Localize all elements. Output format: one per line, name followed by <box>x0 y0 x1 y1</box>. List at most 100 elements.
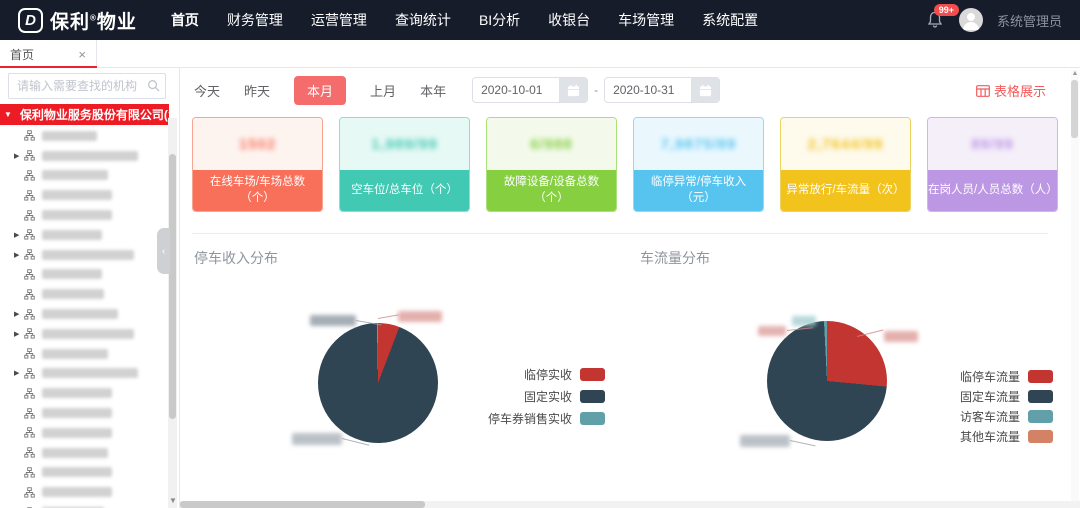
org-tree-item[interactable]: ▶ <box>0 304 168 324</box>
org-tree-item[interactable] <box>0 502 168 508</box>
caret-down-icon[interactable]: ▼ <box>4 111 12 119</box>
nav-item-3[interactable]: 查询统计 <box>395 10 451 30</box>
user-name[interactable]: 系统管理员 <box>997 11 1062 30</box>
org-tree-item[interactable] <box>0 383 168 403</box>
nav-item-4[interactable]: BI分析 <box>479 10 520 30</box>
org-tree-item[interactable] <box>0 265 168 285</box>
tab-home[interactable]: 首页 × <box>0 40 97 68</box>
org-tree-item[interactable] <box>0 185 168 205</box>
org-tree-item[interactable]: ▶ <box>0 364 168 384</box>
stat-card-4[interactable]: 2,7644/99异常放行/车流量（次） <box>780 117 911 212</box>
org-name-redacted <box>42 448 108 458</box>
org-tree-item[interactable] <box>0 403 168 423</box>
org-root-selected[interactable]: ▼ 保利物业服务股份有限公司(15/3 <box>0 104 169 125</box>
org-tree-item[interactable] <box>0 463 168 483</box>
registered-mark: ® <box>90 13 97 22</box>
logo-icon: D <box>18 8 43 33</box>
date-from-input[interactable] <box>473 78 559 102</box>
quick-filter-4[interactable]: 本年 <box>420 81 446 100</box>
avatar[interactable] <box>959 8 983 32</box>
section-divider <box>192 233 1048 234</box>
nav-item-5[interactable]: 收银台 <box>548 10 590 30</box>
nav-item-6[interactable]: 车场管理 <box>618 10 674 30</box>
org-tree-item[interactable] <box>0 284 168 304</box>
legend-swatch <box>1028 430 1053 443</box>
legend-item-1-0[interactable]: 临停车流量 <box>960 368 1053 385</box>
brand-logo[interactable]: D 保利®物业 <box>18 7 137 34</box>
pie-traffic-flow[interactable] <box>767 321 887 441</box>
expand-arrow-icon[interactable]: ▶ <box>14 310 24 318</box>
quick-filter-1[interactable]: 昨天 <box>244 81 270 100</box>
chart-title-traffic-flow: 车流量分布 <box>640 248 710 268</box>
stat-card-label: 在线车场/车场总数（个） <box>193 170 322 211</box>
legend-item-1-3[interactable]: 其他车流量 <box>960 428 1053 445</box>
expand-arrow-icon[interactable]: ▶ <box>14 369 24 377</box>
org-node-icon <box>24 309 35 320</box>
legend-item-0-1[interactable]: 固定实收 <box>488 388 605 405</box>
sidebar-scrollbar-thumb[interactable] <box>169 154 176 419</box>
legend-item-1-2[interactable]: 访客车流量 <box>960 408 1053 425</box>
legend-item-0-2[interactable]: 停车券销售实收 <box>488 410 605 427</box>
date-to-input[interactable] <box>605 78 691 102</box>
calendar-icon[interactable] <box>691 78 719 102</box>
table-view-link[interactable]: 表格展示 <box>976 81 1046 100</box>
notification-bell[interactable]: 99+ <box>927 10 945 30</box>
expand-arrow-icon[interactable]: ▶ <box>14 251 24 259</box>
org-name-redacted <box>42 368 138 378</box>
org-node-icon <box>24 328 35 339</box>
org-tree-item[interactable] <box>0 482 168 502</box>
org-tree-item[interactable]: ▶ <box>0 146 168 166</box>
stat-card-value-area: 1502 <box>193 118 322 170</box>
stat-card-0[interactable]: 1502在线车场/车场总数（个） <box>192 117 323 212</box>
search-icon[interactable] <box>147 79 160 97</box>
org-name-redacted <box>42 230 102 240</box>
quick-filter-3[interactable]: 上月 <box>370 81 396 100</box>
org-tree-item[interactable] <box>0 344 168 364</box>
quick-filter-2[interactable]: 本月 <box>294 76 346 105</box>
org-tree-item[interactable] <box>0 166 168 186</box>
pie1-callout-redacted <box>758 326 786 336</box>
org-tree-item[interactable]: ▶ <box>0 225 168 245</box>
stat-card-3[interactable]: 7,9875/89临停异常/停车收入（元） <box>633 117 764 212</box>
main-scroll-up-icon[interactable]: ▲ <box>1071 70 1079 77</box>
nav-item-0[interactable]: 首页 <box>171 10 199 30</box>
stat-card-5[interactable]: 89/99在岗人员/人员总数（人） <box>927 117 1058 212</box>
org-tree-item[interactable] <box>0 443 168 463</box>
org-tree-item[interactable] <box>0 205 168 225</box>
org-tree-item[interactable]: ▶ <box>0 245 168 265</box>
legend-item-1-1[interactable]: 固定车流量 <box>960 388 1053 405</box>
calendar-icon[interactable] <box>559 78 587 102</box>
pie0-leader-line <box>378 314 399 319</box>
horizontal-scrollbar-thumb[interactable] <box>180 501 425 508</box>
org-node-icon <box>24 408 35 419</box>
pie-parking-income[interactable] <box>318 323 438 443</box>
stat-card-1[interactable]: 1,989/99空车位/总车位（个） <box>339 117 470 212</box>
org-node-icon <box>24 289 35 300</box>
org-tree-item[interactable] <box>0 423 168 443</box>
stat-card-label-line: （元） <box>681 191 716 207</box>
expand-arrow-icon[interactable]: ▶ <box>14 330 24 338</box>
nav-item-7[interactable]: 系统配置 <box>702 10 758 30</box>
sidebar-scroll-down-icon[interactable]: ▼ <box>169 496 177 505</box>
stat-card-label-line: 空车位/总车位（个） <box>351 183 458 199</box>
quick-filters: 今天 昨天 本月 上月 本年 <box>194 76 446 105</box>
nav-item-1[interactable]: 财务管理 <box>227 10 283 30</box>
date-range: - <box>472 77 720 103</box>
legend-item-0-0[interactable]: 临停实收 <box>488 366 605 383</box>
expand-arrow-icon[interactable]: ▶ <box>14 152 24 160</box>
org-tree: ▶ ▶ ▶ ▶ ▶ ▶ <box>0 126 168 508</box>
expand-arrow-icon[interactable]: ▶ <box>14 231 24 239</box>
nav-item-2[interactable]: 运营管理 <box>311 10 367 30</box>
stat-cards-row: 1502在线车场/车场总数（个）1,989/99空车位/总车位（个）6/988故… <box>192 117 1058 212</box>
org-search-input[interactable] <box>8 73 166 99</box>
top-navbar: D 保利®物业 首页 财务管理 运营管理 查询统计 BI分析 收银台 车场管理 系统配置 99… <box>0 0 1080 40</box>
quick-filter-0[interactable]: 今天 <box>194 81 220 100</box>
tab-close-icon[interactable]: × <box>78 48 86 61</box>
legend-swatch <box>580 412 605 425</box>
main-scrollbar-thumb[interactable] <box>1071 80 1078 138</box>
dashboard-main: 今天 昨天 本月 上月 本年 - <box>180 68 1080 508</box>
org-tree-item[interactable] <box>0 126 168 146</box>
org-tree-item[interactable]: ▶ <box>0 324 168 344</box>
sidebar-collapse-handle[interactable]: ‹ <box>157 228 170 274</box>
stat-card-2[interactable]: 6/988故障设备/设备总数（个） <box>486 117 617 212</box>
